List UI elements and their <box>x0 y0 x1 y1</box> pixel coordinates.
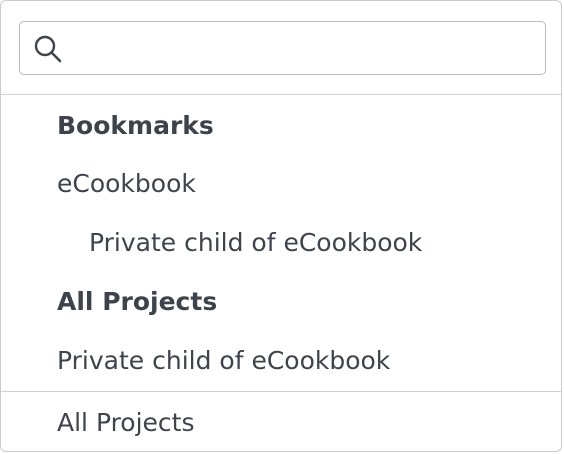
project-item-private-child[interactable]: Private child of eCookbook <box>1 332 561 390</box>
all-projects-link[interactable]: All Projects <box>57 392 195 451</box>
bookmark-item-ecookbook[interactable]: eCookbook <box>1 155 561 213</box>
project-list: Bookmarks eCookbook Private child of eCo… <box>1 95 561 391</box>
project-jump-dropdown: Bookmarks eCookbook Private child of eCo… <box>0 0 562 452</box>
search-box[interactable] <box>19 21 546 75</box>
search-input[interactable] <box>72 30 532 66</box>
search-area <box>1 1 561 95</box>
bookmark-item-private-child[interactable]: Private child of eCookbook <box>1 214 561 272</box>
all-projects-header: All Projects <box>57 287 218 316</box>
bookmarks-header: Bookmarks <box>57 111 214 140</box>
dropdown-footer: All Projects <box>1 391 561 451</box>
search-icon <box>32 33 64 65</box>
